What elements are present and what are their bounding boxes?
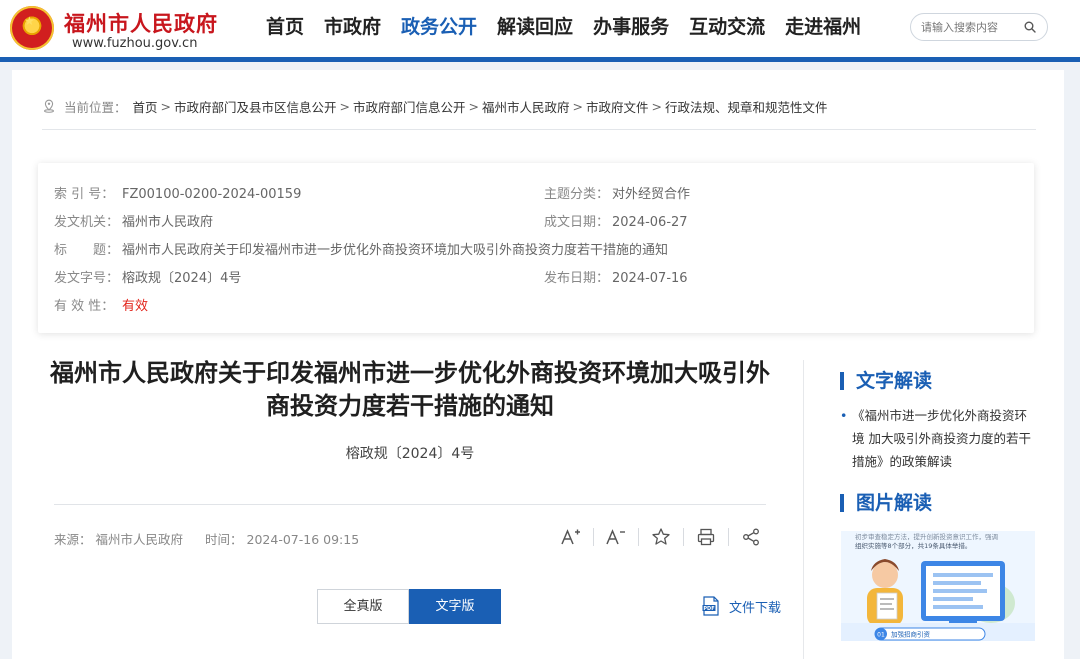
location-pin-icon <box>44 99 54 113</box>
source-label: 来源： <box>54 532 92 547</box>
breadcrumb-link-government-documents[interactable]: 市政府文件 <box>586 97 649 116</box>
site-header: ★ 福州市人民政府 www.fuzhou.gov.cn 首页 市政府 政务公开 … <box>0 0 1080 62</box>
meta-index-label: 索 引 号： <box>54 187 115 202</box>
svg-text:PDF: PDF <box>703 606 714 612</box>
article-title: 福州市人民政府关于印发福州市进一步优化外商投资环境加大吸引外商投资力度若干措施的… <box>50 359 770 420</box>
breadcrumb-link-regulations[interactable]: 行政法规、规章和规范性文件 <box>665 97 828 116</box>
policy-interpretation-link[interactable]: 《福州市进一步优化外商投资环境 加大吸引外商投资力度的若干措施》的政策解读 <box>840 404 1036 473</box>
meta-pubdate-value: 2024-07-16 <box>612 271 688 286</box>
meta-topic-label: 主题分类： <box>544 187 610 202</box>
national-emblem-icon: ★ <box>10 6 54 50</box>
article-divider <box>54 504 766 505</box>
nav-government-affairs-open[interactable]: 政务公开 <box>391 0 487 56</box>
breadcrumb-link-dept-county[interactable]: 市政府部门及县市区信息公开 <box>174 97 337 116</box>
meta-topic-value: 对外经贸合作 <box>612 187 691 202</box>
time-label: 时间： <box>205 532 243 547</box>
nav-about-fuzhou[interactable]: 走进福州 <box>775 0 871 56</box>
meta-topic: 主题分类： 对外经贸合作 <box>544 183 690 202</box>
toolbar-divider <box>683 528 684 546</box>
pdf-file-icon: PDF <box>702 596 719 616</box>
meta-validity: 有 效 性： 有效 <box>54 295 148 314</box>
meta-date-value: 2024-06-27 <box>612 215 688 230</box>
breadcrumb-link-dept-info[interactable]: 市政府部门信息公开 <box>353 97 466 116</box>
nav-home[interactable]: 首页 <box>256 0 314 56</box>
nav-interaction[interactable]: 互动交流 <box>679 0 775 56</box>
toolbar-divider <box>638 528 639 546</box>
meta-pubdate-label: 发布日期： <box>544 271 610 286</box>
print-icon[interactable] <box>695 526 717 548</box>
nav-city-government[interactable]: 市政府 <box>314 0 391 56</box>
breadcrumb: 当前位置： 首页 > 市政府部门及县市区信息公开 > 市政府部门信息公开 > 福… <box>42 96 1042 116</box>
site-logo[interactable]: ★ 福州市人民政府 www.fuzhou.gov.cn <box>10 6 230 52</box>
column-divider <box>803 360 804 659</box>
image-interpretation-thumbnail[interactable]: 初步审查稳定方法，提升创新投资意识工作，强调 组织实施等8个部分，共19条具体举… <box>841 531 1035 641</box>
file-download-link[interactable]: PDF 文件下载 <box>702 596 781 616</box>
search-box <box>910 13 1048 41</box>
meta-docno-label: 发文字号： <box>54 271 120 286</box>
breadcrumb-prefix: 当前位置： <box>64 99 127 115</box>
breadcrumb-divider <box>42 129 1036 130</box>
breadcrumb-separator: > <box>339 98 351 114</box>
meta-title-value: 福州市人民政府关于印发福州市进一步优化外商投资环境加大吸引外商投资力度若干措施的… <box>122 243 669 258</box>
meta-date: 成文日期： 2024-06-27 <box>544 211 688 230</box>
meta-date-label: 成文日期： <box>544 215 610 230</box>
text-interpretation-heading: 文字解读 <box>840 369 932 393</box>
article-source-line: 来源： 福州市人民政府 时间： 2024-07-16 09:15 <box>54 529 377 548</box>
nav-interpretation-response[interactable]: 解读回应 <box>487 0 583 56</box>
meta-validity-label: 有 效 性： <box>54 299 115 314</box>
font-decrease-icon[interactable] <box>605 526 627 548</box>
svg-text:01: 01 <box>877 632 885 639</box>
full-version-button[interactable]: 全真版 <box>317 589 409 624</box>
meta-index-value: FZ00100-0200-2024-00159 <box>122 187 302 202</box>
svg-text:加强招商引资: 加强招商引资 <box>891 630 931 639</box>
breadcrumb-separator: > <box>468 98 480 114</box>
toolbar-divider <box>593 528 594 546</box>
share-icon[interactable] <box>740 526 762 548</box>
document-meta-box: 索 引 号： FZ00100-0200-2024-00159 主题分类： 对外经贸合… <box>38 163 1034 333</box>
breadcrumb-separator: > <box>572 98 584 114</box>
source-value: 福州市人民政府 <box>95 532 184 547</box>
breadcrumb-separator: > <box>160 98 172 114</box>
search-icon[interactable] <box>1024 21 1036 33</box>
meta-docno-value: 榕政规〔2024〕4号 <box>122 271 242 286</box>
article-toolbar <box>560 525 762 549</box>
meta-index: 索 引 号： FZ00100-0200-2024-00159 <box>54 183 301 202</box>
article-doc-number: 榕政规〔2024〕4号 <box>345 446 475 462</box>
file-download-label: 文件下载 <box>729 600 782 616</box>
svg-text:初步审查稳定方法，提升创新投资意识工作，强调: 初步审查稳定方法，提升创新投资意识工作，强调 <box>855 532 998 541</box>
meta-docno: 发文字号： 榕政规〔2024〕4号 <box>54 267 241 286</box>
breadcrumb-link-home[interactable]: 首页 <box>133 97 158 116</box>
infographic-illustration: 初步审查稳定方法，提升创新投资意识工作，强调 组织实施等8个部分，共19条具体举… <box>841 531 1035 641</box>
text-version-button[interactable]: 文字版 <box>409 589 501 624</box>
time-value: 2024-07-16 09:15 <box>246 532 360 547</box>
meta-title: 标 题： 福州市人民政府关于印发福州市进一步优化外商投资环境加大吸引外商投资力度若… <box>54 239 668 258</box>
favorite-star-icon[interactable] <box>650 526 672 548</box>
image-interpretation-heading: 图片解读 <box>840 491 932 515</box>
main-nav: 首页 市政府 政务公开 解读回应 办事服务 互动交流 走进福州 <box>256 0 871 56</box>
nav-services[interactable]: 办事服务 <box>583 0 679 56</box>
content-card: 当前位置： 首页 > 市政府部门及县市区信息公开 > 市政府部门信息公开 > 福… <box>12 70 1064 659</box>
meta-pubdate: 发布日期： 2024-07-16 <box>544 267 688 286</box>
font-increase-icon[interactable] <box>560 526 582 548</box>
site-url: www.fuzhou.gov.cn <box>72 36 198 51</box>
breadcrumb-link-city-government[interactable]: 福州市人民政府 <box>482 97 570 116</box>
breadcrumb-separator: > <box>651 98 663 114</box>
meta-issuer: 发文机关： 福州市人民政府 <box>54 211 213 230</box>
meta-issuer-label: 发文机关： <box>54 215 120 230</box>
site-name: 福州市人民政府 <box>64 11 218 36</box>
meta-validity-value: 有效 <box>122 299 149 314</box>
view-mode-toggle: 全真版 文字版 <box>317 589 501 624</box>
search-input[interactable] <box>921 18 1025 36</box>
svg-text:组织实施等8个部分，共19条具体举措。: 组织实施等8个部分，共19条具体举措。 <box>855 541 971 550</box>
toolbar-divider <box>728 528 729 546</box>
meta-title-label: 标 题： <box>54 243 120 258</box>
meta-issuer-value: 福州市人民政府 <box>122 215 214 230</box>
